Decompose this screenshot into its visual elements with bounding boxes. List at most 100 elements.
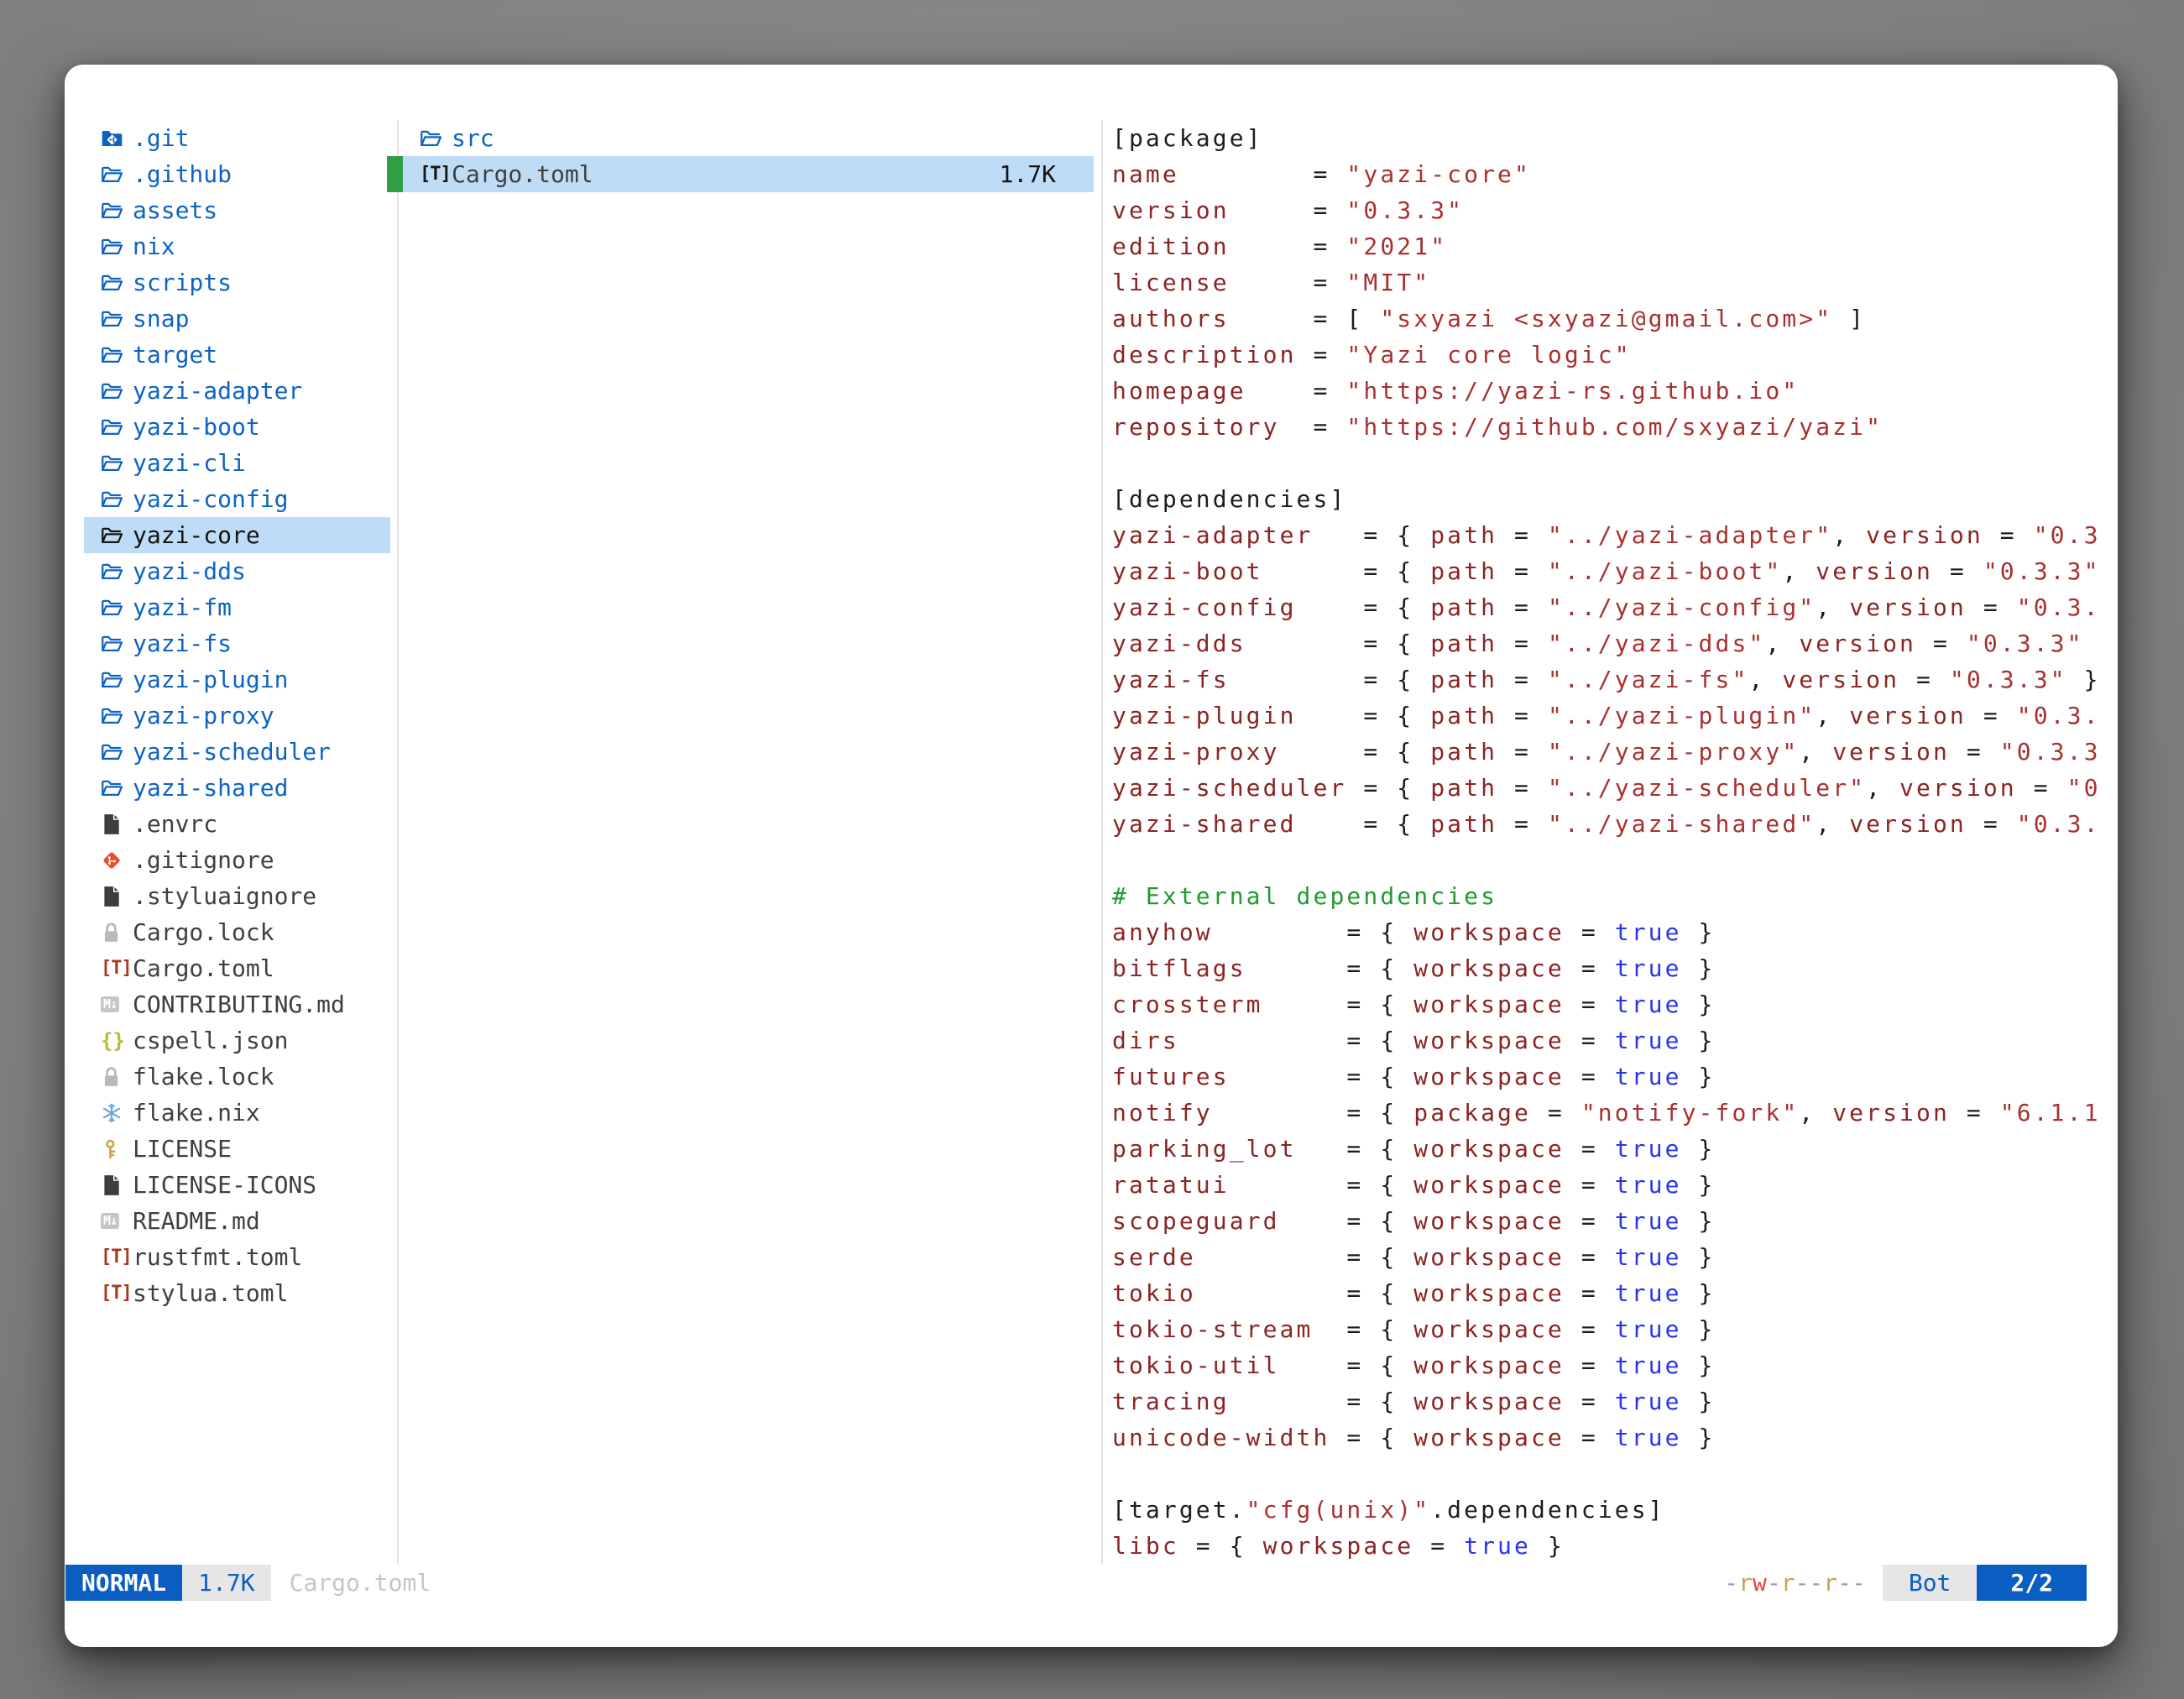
file-row-.styluaignore[interactable]: .styluaignore <box>84 878 390 914</box>
file-row-flake.nix[interactable]: flake.nix <box>84 1095 390 1131</box>
markdown-icon: M↓ <box>101 1213 133 1229</box>
file-row-.envrc[interactable]: .envrc <box>84 806 390 842</box>
preview-line <box>1112 445 2118 481</box>
folder-open-icon <box>101 201 133 221</box>
preview-line: dirs = { workspace = true } <box>1112 1022 2118 1059</box>
json-icon: {} <box>101 1029 133 1053</box>
lock-icon <box>101 1066 133 1088</box>
preview-line: unicode-width = { workspace = true } <box>1112 1419 2118 1456</box>
file-row-yazi-proxy[interactable]: yazi-proxy <box>84 698 390 734</box>
file-row-yazi-cli[interactable]: yazi-cli <box>84 445 390 481</box>
preview-line: yazi-dds = { path = "../yazi-dds", versi… <box>1112 625 2118 661</box>
file-row-target[interactable]: target <box>84 337 390 373</box>
git-diamond-icon <box>101 850 133 871</box>
file-row-flake.lock[interactable]: flake.lock <box>84 1059 390 1095</box>
preview-line: anyhow = { workspace = true } <box>1112 914 2118 950</box>
file-name: yazi-proxy <box>133 702 274 729</box>
preview-line: futures = { workspace = true } <box>1112 1059 2118 1095</box>
folder-open-icon <box>101 345 133 365</box>
file-name: src <box>452 124 494 152</box>
file-name: LICENSE-ICONS <box>133 1171 316 1199</box>
file-name: README.md <box>133 1207 260 1235</box>
file-row-.github[interactable]: .github <box>84 156 390 192</box>
toml-icon: [T] <box>101 1283 133 1304</box>
file-row-cspell.json[interactable]: {}cspell.json <box>84 1022 390 1059</box>
preview-line: description = "Yazi core logic" <box>1112 337 2118 373</box>
file-row-rustfmt.toml[interactable]: [T]rustfmt.toml <box>84 1239 390 1275</box>
folder-open-icon <box>101 417 133 437</box>
file-name: yazi-boot <box>133 413 260 441</box>
key-icon <box>101 1138 133 1160</box>
preview-line: yazi-boot = { path = "../yazi-boot", ver… <box>1112 553 2118 589</box>
mode-indicator: NORMAL <box>65 1565 182 1601</box>
status-bar: NORMAL 1.7K Cargo.toml -rw-r--r-- Bot 2/… <box>65 1565 2087 1601</box>
preview-line <box>1112 1456 2118 1492</box>
preview-line: crossterm = { workspace = true } <box>1112 986 2118 1022</box>
file-row-snap[interactable]: snap <box>84 301 390 337</box>
file-row-scripts[interactable]: scripts <box>84 264 390 301</box>
folder-open-icon <box>101 489 133 510</box>
preview-line: name = "yazi-core" <box>1112 156 2118 192</box>
folder-open-icon <box>101 453 133 473</box>
file-name: assets <box>133 196 217 224</box>
file-icon <box>101 886 133 907</box>
preview-line: yazi-plugin = { path = "../yazi-plugin",… <box>1112 698 2118 734</box>
folder-open-icon <box>101 778 133 798</box>
file-row-yazi-plugin[interactable]: yazi-plugin <box>84 661 390 698</box>
file-row-yazi-dds[interactable]: yazi-dds <box>84 553 390 589</box>
desktop-background: .git.githubassetsnixscriptssnaptargetyaz… <box>0 0 2184 1699</box>
current-directory-pane: src [T]Cargo.toml1.7K <box>387 120 1094 192</box>
file-row-assets[interactable]: assets <box>84 192 390 228</box>
file-row-cargo.toml[interactable]: [T]Cargo.toml <box>84 950 390 986</box>
file-name: cspell.json <box>133 1027 288 1054</box>
file-name: .git <box>133 124 189 152</box>
file-row-yazi-fm[interactable]: yazi-fm <box>84 589 390 625</box>
file-row-license[interactable]: LICENSE <box>84 1131 390 1167</box>
file-row-src[interactable]: src <box>387 120 1094 156</box>
file-name: yazi-fs <box>133 630 232 657</box>
preview-line: tokio-stream = { workspace = true } <box>1112 1311 2118 1347</box>
file-name: snap <box>133 305 189 332</box>
file-row-.gitignore[interactable]: .gitignore <box>84 842 390 878</box>
file-row-readme.md[interactable]: M↓README.md <box>84 1203 390 1239</box>
lock-icon <box>101 922 133 944</box>
cursor-position: 2/2 <box>1977 1565 2087 1601</box>
file-name: yazi-cli <box>133 449 246 477</box>
file-row-license-icons[interactable]: LICENSE-ICONS <box>84 1167 390 1203</box>
file-row-nix[interactable]: nix <box>84 228 390 264</box>
preview-line: tokio-util = { workspace = true } <box>1112 1347 2118 1383</box>
preview-line <box>1112 842 2118 878</box>
file-name: flake.nix <box>133 1099 260 1127</box>
file-icon <box>101 1174 133 1196</box>
git-folder-icon <box>101 128 133 149</box>
file-row-contributing.md[interactable]: M↓CONTRIBUTING.md <box>84 986 390 1022</box>
file-name: .github <box>133 160 232 188</box>
file-name: LICENSE <box>133 1135 232 1163</box>
file-row-cargo.lock[interactable]: Cargo.lock <box>84 914 390 950</box>
status-bar-left: NORMAL 1.7K Cargo.toml <box>65 1565 431 1601</box>
status-filename: Cargo.toml <box>290 1565 431 1601</box>
preview-line: yazi-proxy = { path = "../yazi-proxy", v… <box>1112 734 2118 770</box>
preview-line: ratatui = { workspace = true } <box>1112 1167 2118 1203</box>
preview-line: yazi-shared = { path = "../yazi-shared",… <box>1112 806 2118 842</box>
file-row-yazi-boot[interactable]: yazi-boot <box>84 409 390 445</box>
folder-open-icon <box>101 670 133 690</box>
pane-separator-right <box>1101 120 1103 1564</box>
file-name: .envrc <box>133 810 217 838</box>
preview-line: yazi-fs = { path = "../yazi-fs", version… <box>1112 661 2118 698</box>
preview-line: [dependencies] <box>1112 481 2118 517</box>
file-row-yazi-core[interactable]: yazi-core <box>84 517 390 553</box>
file-row-cargo.toml[interactable]: [T]Cargo.toml1.7K <box>387 156 1094 192</box>
preview-line: bitflags = { workspace = true } <box>1112 950 2118 986</box>
file-row-yazi-scheduler[interactable]: yazi-scheduler <box>84 734 390 770</box>
file-row-yazi-shared[interactable]: yazi-shared <box>84 770 390 806</box>
file-row-.git[interactable]: .git <box>84 120 390 156</box>
file-row-yazi-config[interactable]: yazi-config <box>84 481 390 517</box>
preview-line: parking_lot = { workspace = true } <box>1112 1131 2118 1167</box>
preview-line: tokio = { workspace = true } <box>1112 1275 2118 1311</box>
markdown-icon: M↓ <box>101 996 133 1012</box>
preview-line: yazi-scheduler = { path = "../yazi-sched… <box>1112 770 2118 806</box>
file-row-yazi-adapter[interactable]: yazi-adapter <box>84 373 390 409</box>
file-row-yazi-fs[interactable]: yazi-fs <box>84 625 390 661</box>
file-row-stylua.toml[interactable]: [T]stylua.toml <box>84 1275 390 1311</box>
